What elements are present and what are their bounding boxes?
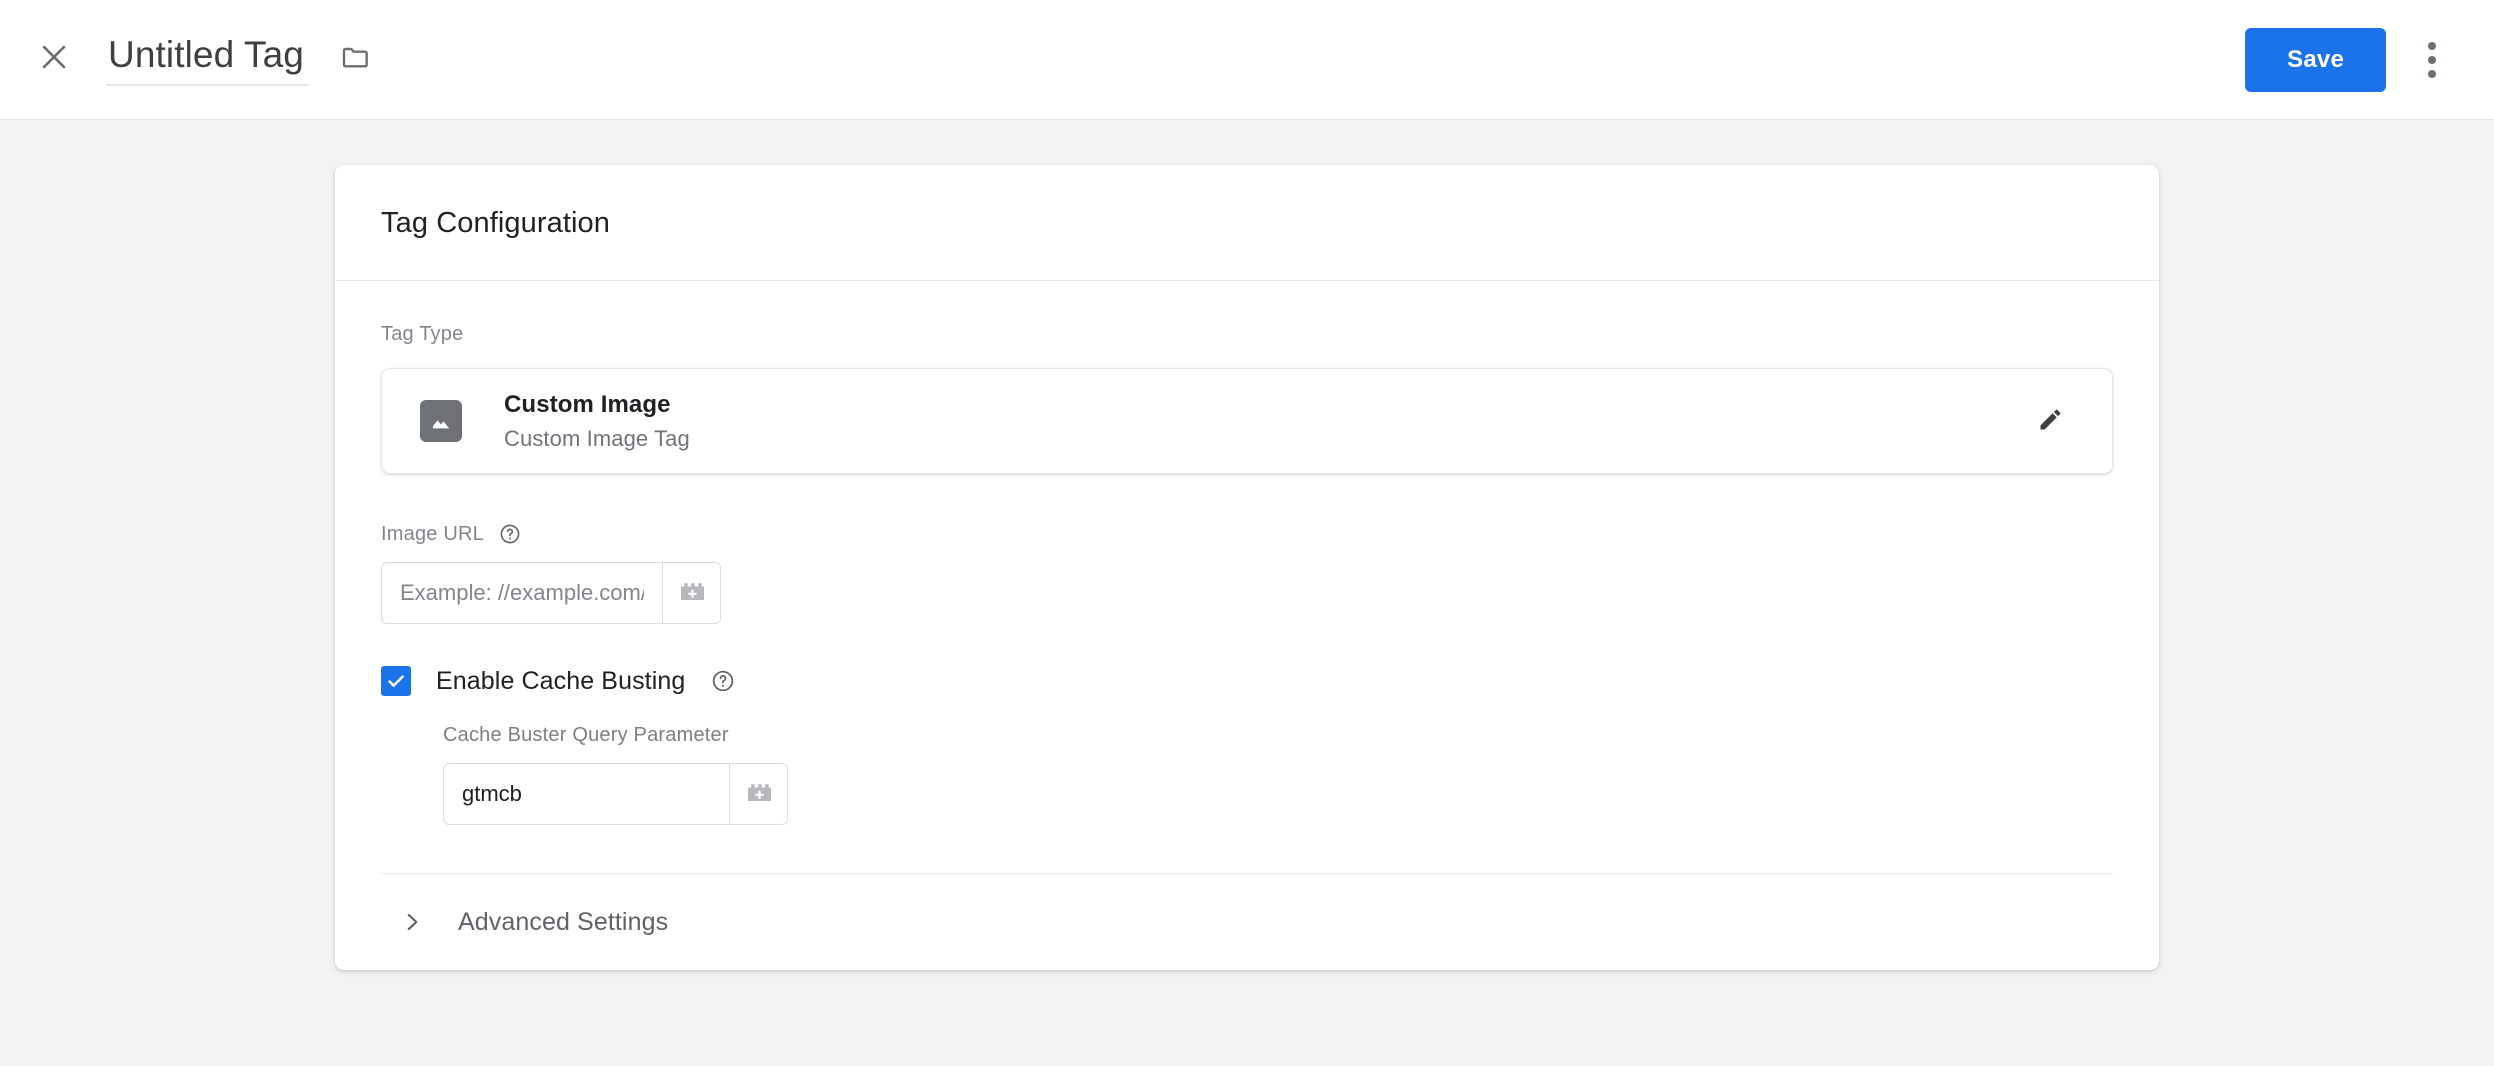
cache-buster-param-label: Cache Buster Query Parameter: [443, 724, 729, 746]
close-icon: [37, 40, 71, 79]
folder-button[interactable]: [334, 38, 378, 82]
tag-name-input[interactable]: Untitled Tag: [106, 33, 308, 87]
chevron-right-icon: [399, 909, 425, 935]
advanced-settings-label: Advanced Settings: [458, 907, 669, 936]
save-button[interactable]: Save: [2245, 27, 2386, 92]
tag-type-section: Tag Type Custom Image Custom Image Tag: [381, 323, 2113, 474]
card-title: Tag Configuration: [381, 207, 611, 239]
tag-configuration-card: Tag Configuration Tag Type Custom Image …: [335, 165, 2159, 970]
tag-type-texts: Custom Image Custom Image Tag: [504, 391, 690, 452]
cache-buster-param-input-group: [443, 763, 788, 825]
image-url-input[interactable]: [382, 563, 662, 623]
more-options-button[interactable]: [2404, 32, 2460, 88]
enable-cache-busting-checkbox[interactable]: [381, 666, 411, 696]
card-header: Tag Configuration: [335, 165, 2159, 281]
enable-cache-busting-label[interactable]: Enable Cache Busting: [436, 667, 685, 696]
tag-type-name: Custom Image: [504, 390, 671, 418]
close-button[interactable]: [30, 36, 78, 84]
more-vert-icon: [2428, 41, 2436, 50]
more-vert-icon-dot3: [2428, 69, 2436, 78]
cache-buster-param-section: Cache Buster Query Parameter: [443, 724, 2113, 825]
page-body: Tag Configuration Tag Type Custom Image …: [0, 120, 2494, 1066]
cache-buster-param-input[interactable]: [444, 764, 729, 824]
folder-icon: [340, 41, 372, 78]
tag-title-group: Untitled Tag: [106, 33, 378, 87]
app-header: Untitled Tag Save: [0, 0, 2494, 120]
header-actions: Save: [2245, 27, 2460, 92]
image-url-input-group: [381, 562, 721, 624]
cache-buster-insert-variable-button[interactable]: [729, 764, 787, 824]
card-body: Tag Type Custom Image Custom Image Tag I…: [335, 281, 2159, 970]
tag-type-description: Custom Image Tag: [504, 425, 690, 451]
advanced-settings-toggle[interactable]: Advanced Settings: [381, 874, 2113, 970]
help-circle-icon-cache[interactable]: [710, 668, 736, 694]
pencil-icon: [2036, 404, 2066, 439]
image-url-insert-variable-button[interactable]: [662, 563, 720, 623]
image-icon: [420, 400, 462, 442]
cache-busting-row: Enable Cache Busting: [381, 666, 2113, 696]
image-url-label: Image URL: [381, 522, 2113, 546]
more-vert-icon-dot2: [2428, 55, 2436, 64]
edit-tag-type-button[interactable]: [2022, 392, 2080, 450]
help-circle-icon[interactable]: [498, 522, 522, 546]
insert-variable-icon: [677, 578, 707, 609]
insert-variable-icon-cache: [744, 779, 774, 810]
tag-type-selector[interactable]: Custom Image Custom Image Tag: [381, 368, 2113, 474]
image-url-label-text: Image URL: [381, 522, 484, 545]
image-url-section: Image URL: [381, 522, 2113, 624]
tag-type-label: Tag Type: [381, 323, 464, 345]
